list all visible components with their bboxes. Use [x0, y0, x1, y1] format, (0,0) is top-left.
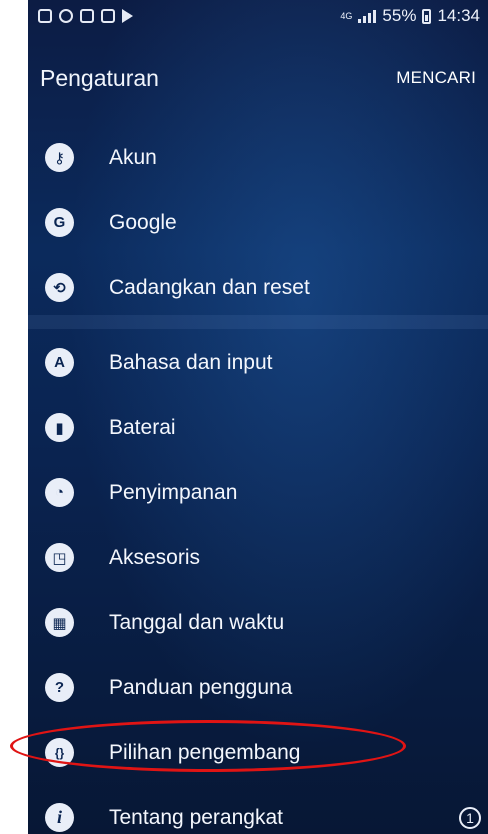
- accessories-icon: ◳: [45, 543, 74, 572]
- battery-percent: 55%: [382, 6, 417, 25]
- notification-icons: [38, 9, 133, 23]
- screenshot-notification-icon: [101, 9, 115, 23]
- battery-icon: ▮: [45, 413, 74, 442]
- key-icon: ⚷: [45, 143, 74, 172]
- info-icon: i: [45, 803, 74, 832]
- play-store-notification-icon: [122, 9, 133, 23]
- settings-item-aksesoris[interactable]: ◳ Aksesoris: [28, 525, 488, 590]
- search-button[interactable]: MENCARI: [396, 68, 476, 88]
- settings-item-google[interactable]: G Google: [28, 190, 488, 255]
- whatsapp-notification-icon: [59, 9, 73, 23]
- settings-item-label: Bahasa dan input: [109, 350, 273, 374]
- settings-item-tentang-perangkat[interactable]: i Tentang perangkat 1: [28, 785, 488, 834]
- user-manual-icon: ?: [45, 673, 74, 702]
- app-bar: Pengaturan MENCARI: [28, 50, 488, 106]
- settings-item-penyimpanan[interactable]: ◔ Penyimpanan: [28, 460, 488, 525]
- clock: 14:34: [437, 6, 480, 25]
- group-divider: [28, 315, 488, 329]
- language-icon: A: [45, 348, 74, 377]
- settings-item-label: Akun: [109, 145, 157, 169]
- settings-group-accounts: ⚷ Akun G Google ⟲ Cadangkan dan reset: [28, 125, 488, 320]
- settings-item-label: Penyimpanan: [109, 480, 238, 504]
- backup-icon: ⟲: [45, 273, 74, 302]
- settings-group-device: A Bahasa dan input ▮ Baterai ◔ Penyimpanan ◳ Ak…: [28, 330, 488, 834]
- storage-icon: ◔: [45, 478, 74, 507]
- settings-item-label: Tentang perangkat: [109, 805, 283, 829]
- settings-item-cadangkan-dan-reset[interactable]: ⟲ Cadangkan dan reset: [28, 255, 488, 320]
- system-status: 4G 55% 14:34: [340, 6, 480, 26]
- settings-item-label: Tanggal dan waktu: [109, 610, 285, 634]
- network-type: 4G: [340, 10, 353, 21]
- settings-item-tanggal-dan-waktu[interactable]: ▦ Tanggal dan waktu: [28, 590, 488, 655]
- developer-options-icon: {}: [45, 738, 74, 767]
- battery-icon: [422, 8, 432, 24]
- settings-item-bahasa-dan-input[interactable]: A Bahasa dan input: [28, 330, 488, 395]
- update-count-badge: 1: [459, 806, 481, 829]
- settings-item-label: Pilihan pengembang: [109, 740, 301, 764]
- signal-icon: [358, 9, 377, 23]
- wifi-notification-icon: [80, 9, 94, 23]
- settings-screen: 4G 55% 14:34 Pengaturan MENCARI ⚷ Akun G Go…: [28, 0, 488, 834]
- settings-item-pilihan-pengembang[interactable]: {} Pilihan pengembang: [28, 720, 488, 785]
- page-title: Pengaturan: [40, 64, 159, 91]
- gallery-notification-icon: [38, 9, 52, 23]
- google-icon: G: [45, 208, 74, 237]
- settings-item-label: Cadangkan dan reset: [109, 275, 310, 299]
- status-bar: 4G 55% 14:34: [28, 0, 488, 32]
- settings-item-akun[interactable]: ⚷ Akun: [28, 125, 488, 190]
- settings-item-baterai[interactable]: ▮ Baterai: [28, 395, 488, 460]
- settings-item-label: Baterai: [109, 415, 176, 439]
- calendar-icon: ▦: [45, 608, 74, 637]
- settings-item-label: Google: [109, 210, 177, 234]
- settings-item-panduan-pengguna[interactable]: ? Panduan pengguna: [28, 655, 488, 720]
- settings-item-label: Panduan pengguna: [109, 675, 293, 699]
- settings-item-label: Aksesoris: [109, 545, 201, 569]
